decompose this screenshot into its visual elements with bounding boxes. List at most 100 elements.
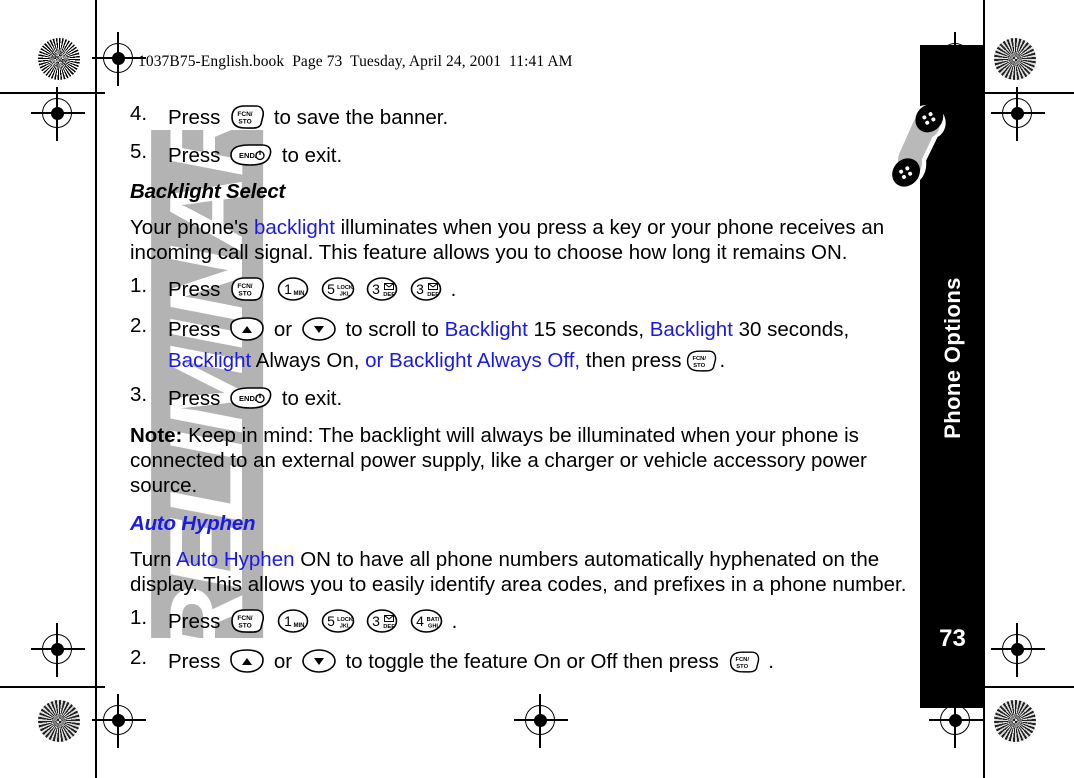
key-5-lock-jkl-icon: 5 LOCK JKL [320, 608, 356, 634]
svg-text:JKL: JKL [339, 624, 350, 630]
svg-text:3: 3 [372, 281, 380, 297]
step-body: Press or to toggle the feature On or Off… [168, 648, 920, 674]
key-3-def-icon: 3 DEF [365, 608, 399, 634]
svg-text:STO: STO [693, 363, 705, 369]
step-number: 1. [130, 606, 148, 629]
svg-text:5: 5 [327, 281, 335, 297]
list-item: 2. Press or to toggle the feature On or … [130, 646, 920, 674]
registration-mark-right-lower [991, 623, 1045, 677]
list-item: 1. Press FCN/ STO 1 MIN 5 LOCK JKL 3 DEF… [130, 606, 920, 634]
press-label: Press [168, 278, 221, 301]
crop-line-top-left-horizontal [0, 92, 105, 94]
press-label: Press [168, 610, 221, 633]
step-tail-text: to exit. [281, 387, 343, 410]
svg-text:MIN: MIN [293, 623, 304, 629]
backlight-option-link-2[interactable]: Backlight [650, 318, 733, 341]
svg-text:END/: END/ [239, 151, 258, 160]
option-rest-2: 30 seconds, [732, 318, 850, 341]
intro-text-1: Turn [130, 548, 176, 571]
fcn-sto-key-icon: FCN/ STO [228, 276, 266, 302]
svg-text:DEF: DEF [427, 292, 439, 298]
step-tail-text: to exit. [281, 144, 343, 167]
step-body: Press FCN/ STO to save the banner. [168, 104, 920, 130]
list-item: 1. Press FCN/ STO 1 MIN 5 LOCK JKL 3 DEF… [130, 274, 920, 302]
auto-hyphen-link[interactable]: Auto Hyphen [176, 548, 295, 571]
key-3-def-icon: 3 DEF [365, 276, 399, 302]
main-content: 4. Press FCN/ STO to save the banner. 5.… [130, 103, 920, 686]
fcn-sto-key-icon: FCN/ STO [727, 650, 761, 674]
registration-mark-bottom-middle [514, 694, 568, 748]
svg-text:STO: STO [238, 623, 251, 630]
registration-mark-top-left [31, 87, 85, 141]
step-number: 5. [130, 140, 148, 163]
list-item: 3. Press END/ to exit. [130, 383, 920, 411]
step-number: 3. [130, 383, 148, 406]
registration-dot [948, 51, 962, 65]
fcn-sto-key-icon: FCN/STO [684, 349, 718, 373]
backlight-option-link-4[interactable]: or Backlight Always Off, [365, 349, 580, 372]
registration-dot [948, 713, 962, 727]
step-number: 1. [130, 274, 148, 297]
press-label: Press [168, 106, 221, 129]
press-label: Press [168, 650, 221, 673]
svg-text:3: 3 [372, 613, 380, 629]
svg-text:FCN/: FCN/ [735, 657, 749, 663]
note-label: Note: [130, 424, 183, 447]
registration-dot [50, 642, 64, 656]
registration-mark-top-center [92, 32, 146, 86]
fcn-sto-key-icon: FCN/ STO [228, 608, 266, 634]
fcn-sto-key-icon: FCN/ STO [228, 104, 266, 130]
section-heading-auto-hyphen[interactable]: Auto Hyphen [130, 512, 920, 536]
star-target-bottom-right [994, 700, 1036, 742]
side-tab-title: Phone Options [939, 277, 965, 439]
svg-text:5: 5 [327, 613, 335, 629]
svg-text:3: 3 [416, 281, 424, 297]
svg-text:GHI: GHI [428, 624, 438, 630]
backlight-link[interactable]: backlight [254, 216, 335, 239]
key-3-def-icon: 3 DEF [409, 276, 443, 302]
step-number: 2. [130, 314, 148, 337]
svg-text:DEF: DEF [383, 292, 395, 298]
step-period: . [719, 349, 726, 372]
registration-dot [111, 51, 125, 65]
step-body: Press FCN/ STO 1 MIN 5 LOCK [168, 608, 920, 634]
crop-line-bottom-right-horizontal [975, 686, 1074, 688]
backlight-intro-paragraph: Your phone's backlight illuminates when … [130, 215, 920, 265]
crop-line-bottom-left-horizontal [0, 686, 105, 688]
backlight-option-link-3[interactable]: Backlight [168, 349, 251, 372]
option-rest-3: Always On, [251, 349, 366, 372]
end-power-key-icon: END/ [228, 142, 274, 168]
star-target-top-left [38, 38, 80, 80]
registration-dot [533, 713, 547, 727]
step-period: . [768, 650, 774, 673]
svg-text:1: 1 [284, 281, 292, 297]
scroll-down-key-icon [300, 648, 338, 674]
backlight-step2-continuation: Backlight Always On, or Backlight Always… [168, 348, 920, 373]
svg-text:4: 4 [416, 613, 424, 629]
svg-text:FCN/: FCN/ [692, 356, 706, 362]
registration-dot [1010, 106, 1024, 120]
star-target-top-right [994, 38, 1036, 80]
scroll-down-key-icon [300, 316, 338, 342]
step-body: Press FCN/ STO 1 MIN 5 LOCK [168, 276, 920, 302]
crop-line-left-vertical [95, 0, 97, 778]
option-rest-1: 15 seconds, [527, 318, 650, 341]
note-text: Keep in mind: The backlight will always … [130, 424, 867, 497]
key-5-lock-jkl-icon: 5 LOCK JKL [320, 276, 356, 302]
svg-text:LOCK: LOCK [337, 285, 353, 291]
backlight-option-link-1[interactable]: Backlight [445, 318, 528, 341]
registration-mark-right-upper [991, 87, 1045, 141]
svg-text:STO: STO [736, 664, 748, 670]
intro-text-1: Your phone's [130, 216, 254, 239]
key-4-bat-ghi-icon: 4 BAT/ GHI [409, 608, 444, 634]
press-label: Press [168, 387, 221, 410]
or-label: or [273, 650, 293, 673]
crop-line-top-right-horizontal [975, 92, 1074, 94]
file-header-text: 1037B75-English.book Page 73 Tuesday, Ap… [138, 53, 573, 70]
svg-text:END/: END/ [239, 394, 258, 403]
svg-text:FCN/: FCN/ [238, 111, 253, 118]
step-number: 2. [130, 646, 148, 669]
key-1-min-icon: 1 MIN [276, 276, 310, 302]
end-power-key-icon: END/ [228, 385, 274, 411]
scroll-up-key-icon [228, 316, 266, 342]
